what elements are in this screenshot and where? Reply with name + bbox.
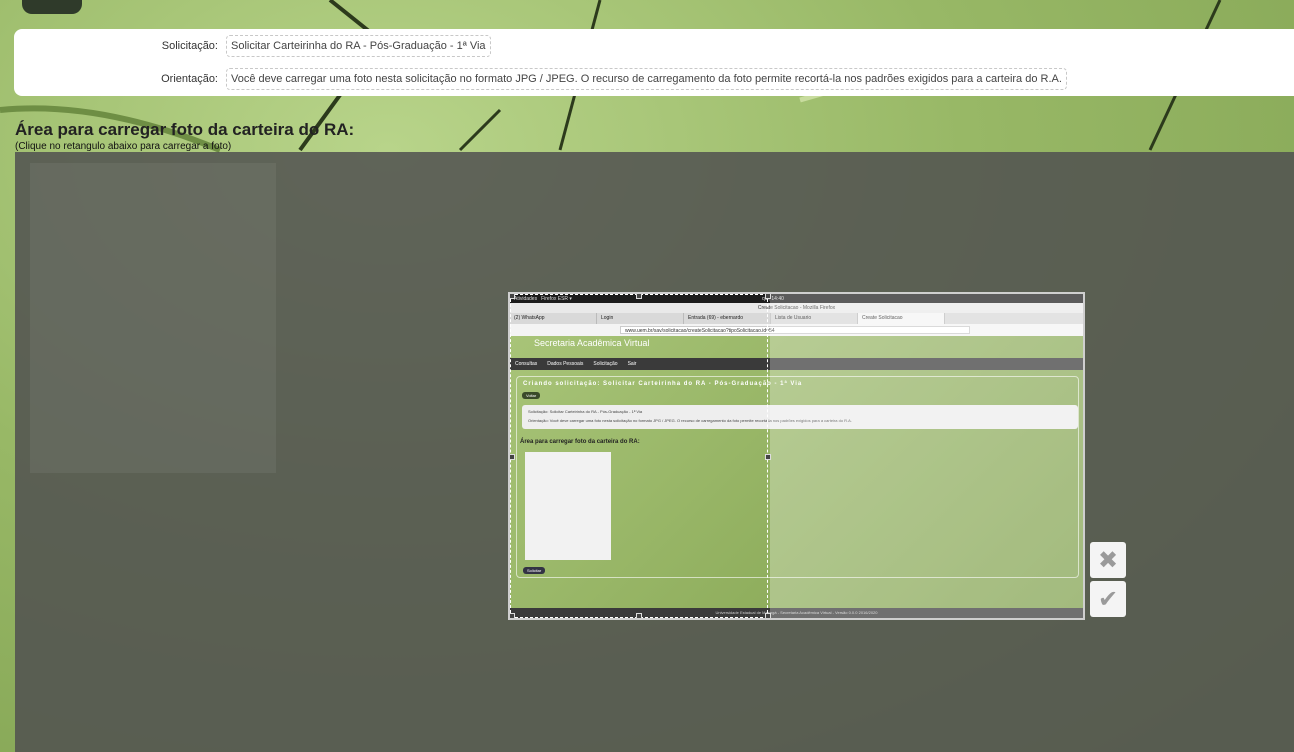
orientacao-row: Orientação: Você deve carregar uma foto … [14,68,1067,90]
photo-upload-placeholder[interactable] [30,163,276,473]
crop-handle-se[interactable] [765,613,771,618]
orientacao-label: Orientação: [161,73,218,85]
crop-handle-s[interactable] [636,613,642,618]
top-button[interactable] [22,0,82,14]
upload-area-title: Área para carregar foto da carteira do R… [15,120,355,139]
crop-handle-ne[interactable] [765,294,771,299]
solicitacao-row: Solicitação: Solicitar Carteirinha do RA… [14,35,491,57]
crop-handle-sw[interactable] [510,613,515,618]
crop-image-frame[interactable]: Atividades Firefox ESR ▾ qui, 14:40 Crea… [508,292,1085,620]
checkmark-icon: ✔ [1097,585,1119,613]
request-info-panel: Solicitação: Solicitar Carteirinha do RA… [14,29,1294,96]
crop-handle-e[interactable] [765,454,771,460]
crop-handle-w[interactable] [510,454,515,460]
cancel-crop-button[interactable]: ✖ [1090,542,1126,578]
crop-selection-box[interactable] [510,294,768,618]
crop-outside-mask [770,294,1083,618]
close-icon: ✖ [1097,546,1119,574]
confirm-crop-button[interactable]: ✔ [1090,581,1126,617]
orientacao-value: Você deve carregar uma foto nesta solici… [226,68,1067,90]
solicitacao-value: Solicitar Carteirinha do RA - Pós-Gradua… [226,35,491,57]
upload-area-hint: (Clique no retangulo abaixo para carrega… [15,141,232,152]
crop-handle-nw[interactable] [510,294,515,299]
solicitacao-label: Solicitação: [161,40,218,52]
crop-handle-n[interactable] [636,294,642,299]
